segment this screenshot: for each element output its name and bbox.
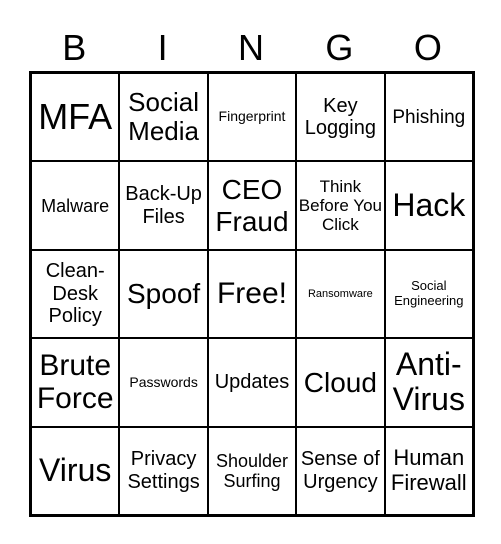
bingo-cell[interactable]: Shoulder Surfing: [207, 426, 297, 515]
cell-label: Shoulder Surfing: [215, 450, 289, 491]
cell-label: Social Media: [128, 87, 199, 147]
bingo-cell[interactable]: Free!: [207, 249, 297, 339]
bingo-cell[interactable]: Social Media: [119, 73, 208, 162]
header-letter-n: N: [238, 27, 265, 68]
cell-label: Clean-Desk Policy: [45, 260, 105, 328]
header-letter-i: I: [157, 27, 168, 68]
cell-label: Phishing: [392, 106, 466, 128]
bingo-cell[interactable]: Privacy Settings: [119, 426, 208, 515]
cell-label: Ransomware: [307, 287, 373, 300]
bingo-cell[interactable]: Anti-Virus: [384, 338, 473, 427]
cell-label: Hack: [392, 186, 466, 223]
bingo-cell[interactable]: Phishing: [384, 73, 473, 162]
bingo-header: B I N G O: [30, 26, 472, 70]
bingo-cell[interactable]: Hack: [384, 161, 473, 250]
bingo-cell[interactable]: MFA: [31, 73, 120, 162]
cell-label: Passwords: [129, 373, 198, 390]
bingo-cell[interactable]: Cloud: [296, 338, 385, 427]
cell-label: Privacy Settings: [127, 448, 200, 493]
bingo-cell[interactable]: Sense of Urgency: [296, 426, 385, 515]
cell-label: Malware: [41, 195, 110, 216]
cell-label: Social Engineering: [394, 278, 464, 308]
bingo-cell[interactable]: Human Firewall: [384, 426, 473, 515]
cell-label: Think Before You Click: [298, 177, 382, 235]
cell-label: Updates: [214, 371, 290, 394]
bingo-grid: MFA Social Media Fingerprint Key Logging Phi…: [29, 71, 475, 517]
header-letter-o: O: [413, 27, 442, 68]
bingo-cell[interactable]: Virus: [31, 426, 120, 515]
cell-label: Key Logging: [304, 94, 376, 140]
cell-label: Anti-Virus: [392, 345, 465, 418]
cell-label: Virus: [39, 451, 112, 488]
bingo-cell[interactable]: Ransomware: [296, 249, 385, 339]
bingo-cell[interactable]: Fingerprint: [207, 73, 297, 162]
bingo-cell[interactable]: Passwords: [119, 338, 208, 427]
cell-label: Human Firewall: [390, 445, 467, 495]
bingo-cell[interactable]: Brute Force: [31, 338, 120, 427]
bingo-cell[interactable]: Clean-Desk Policy: [31, 249, 120, 339]
cell-label: Sense of Urgency: [300, 448, 380, 493]
bingo-cell[interactable]: Back-Up Files: [119, 161, 208, 250]
cell-label: Cloud: [303, 366, 377, 398]
bingo-cell[interactable]: Malware: [31, 161, 120, 250]
cell-label: Brute Force: [36, 348, 114, 416]
bingo-cell[interactable]: CEO Fraud: [207, 161, 297, 250]
header-letter-b: B: [62, 27, 87, 68]
bingo-cell[interactable]: Think Before You Click: [296, 161, 385, 250]
cell-label: CEO Fraud: [215, 174, 289, 237]
cell-label: Fingerprint: [218, 108, 286, 125]
cell-label: Back-Up Files: [125, 183, 202, 228]
bingo-cell[interactable]: Spoof: [119, 249, 208, 339]
cell-label: Spoof: [127, 278, 201, 310]
cell-label: MFA: [38, 96, 113, 138]
header-letter-g: G: [325, 27, 354, 68]
bingo-cell[interactable]: Key Logging: [296, 73, 385, 162]
bingo-cell[interactable]: Social Engineering: [384, 249, 473, 339]
cell-label: Free!: [216, 277, 287, 311]
bingo-cell[interactable]: Updates: [207, 338, 297, 427]
